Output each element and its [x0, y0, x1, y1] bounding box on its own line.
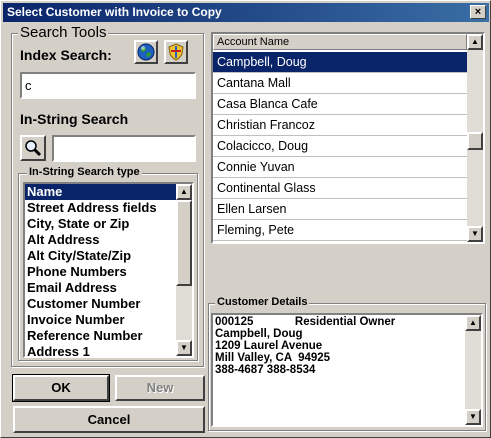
account-list-scrollbar[interactable]: ▲ ▼ [467, 34, 483, 242]
shield-button[interactable] [164, 40, 188, 64]
search-tools-title: Search Tools [18, 24, 109, 41]
search-type-item[interactable]: Email Address [25, 280, 176, 296]
search-type-item[interactable]: Street Address fields [25, 200, 176, 216]
details-scroll-up[interactable]: ▲ [465, 315, 481, 331]
instring-search-label: In-String Search [20, 111, 129, 127]
title-bar: Select Customer with Invoice to Copy [3, 3, 489, 22]
account-row[interactable]: Fleming, Pete [213, 220, 467, 241]
details-line: 388-4687 388-8534 [215, 364, 316, 376]
account-header-label: Account Name [217, 36, 290, 48]
ok-button[interactable]: OK [12, 374, 110, 402]
scroll-up-button[interactable]: ▲ [176, 184, 192, 200]
details-line: Campbell, Doug [215, 328, 303, 340]
account-list[interactable]: Account Name Campbell, Doug Cantana Mall C… [211, 32, 485, 244]
search-type-item[interactable]: Customer Number [25, 296, 176, 312]
dialog-window: Select Customer with Invoice to Copy × S… [0, 0, 491, 438]
index-search-input[interactable]: c [20, 72, 196, 99]
search-type-item[interactable]: Address 1 [25, 344, 176, 356]
details-line: Mill Valley, CA 94925 [215, 352, 331, 364]
account-row[interactable]: Continental Glass [213, 178, 467, 199]
close-button[interactable]: × [470, 5, 486, 19]
search-type-item[interactable]: Reference Number [25, 328, 176, 344]
index-search-label: Index Search: [20, 47, 112, 63]
search-type-item[interactable]: Name [25, 184, 176, 200]
details-line: 000125 Residential Owner [215, 316, 396, 328]
account-row[interactable]: Ellen Larsen [213, 199, 467, 220]
account-row[interactable]: Colacicco, Doug [213, 136, 467, 157]
scroll-thumb[interactable] [176, 200, 192, 286]
details-line: 1209 Laurel Avenue [215, 340, 323, 352]
magnifier-icon [25, 140, 42, 157]
shield-icon [168, 43, 184, 61]
customer-details-label: Customer Details [215, 296, 310, 308]
magnifier-button[interactable] [20, 135, 46, 161]
window-title: Select Customer with Invoice to Copy [7, 5, 222, 19]
index-search-value: c [25, 78, 32, 93]
instring-search-input[interactable] [52, 135, 196, 162]
search-type-item[interactable]: Alt City/State/Zip [25, 248, 176, 264]
instring-type-label: In-String Search type [27, 166, 142, 178]
account-scroll-thumb[interactable] [467, 132, 483, 150]
search-type-item[interactable]: Phone Numbers [25, 264, 176, 280]
globe-button[interactable] [134, 40, 158, 64]
search-type-item[interactable]: Alt Address [25, 232, 176, 248]
account-scroll-up[interactable]: ▲ [467, 34, 483, 50]
account-row[interactable]: Connie Yuvan [213, 157, 467, 178]
account-row[interactable]: Campbell, Doug [213, 52, 467, 73]
globe-icon [137, 43, 155, 61]
new-button[interactable]: New [115, 375, 205, 401]
customer-details-box[interactable]: 000125 Residential Owner Campbell, Doug 12… [211, 313, 483, 427]
details-scrollbar[interactable]: ▲ ▼ [465, 315, 481, 425]
account-row[interactable]: Cantana Mall [213, 73, 467, 94]
search-type-item[interactable]: City, State or Zip [25, 216, 176, 232]
details-scroll-down[interactable]: ▼ [465, 409, 481, 425]
account-scroll-down[interactable]: ▼ [467, 226, 483, 242]
customer-details-text: 000125 Residential Owner Campbell, Doug 12… [213, 315, 465, 377]
scroll-down-button[interactable]: ▼ [176, 340, 192, 356]
search-type-item[interactable]: Invoice Number [25, 312, 176, 328]
cancel-button[interactable]: Cancel [13, 406, 205, 433]
account-row[interactable]: Casa Blanca Cafe [213, 94, 467, 115]
account-list-header[interactable]: Account Name [213, 34, 467, 50]
instring-type-list[interactable]: Name Street Address fields City, State or … [23, 182, 194, 358]
type-list-scrollbar[interactable]: ▲ ▼ [176, 184, 192, 356]
account-row[interactable]: Christian Francoz [213, 115, 467, 136]
